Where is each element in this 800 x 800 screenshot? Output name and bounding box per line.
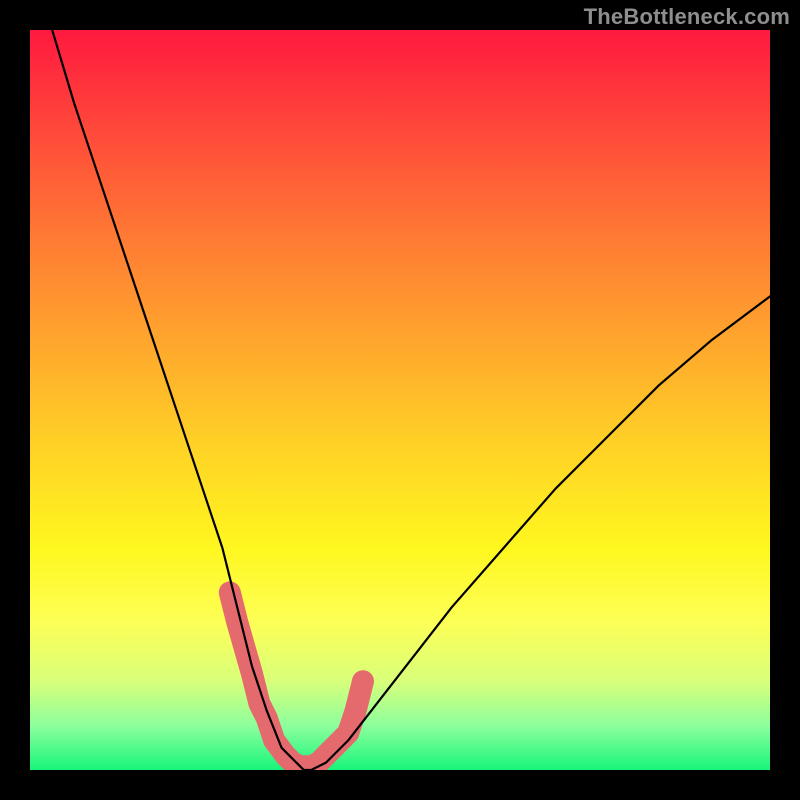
watermark-text: TheBottleneck.com xyxy=(584,4,790,30)
highlight-band xyxy=(230,592,363,766)
plot-area xyxy=(30,30,770,770)
chart-stage: TheBottleneck.com xyxy=(0,0,800,800)
bottleneck-curve xyxy=(52,30,770,770)
curve-layer xyxy=(30,30,770,770)
